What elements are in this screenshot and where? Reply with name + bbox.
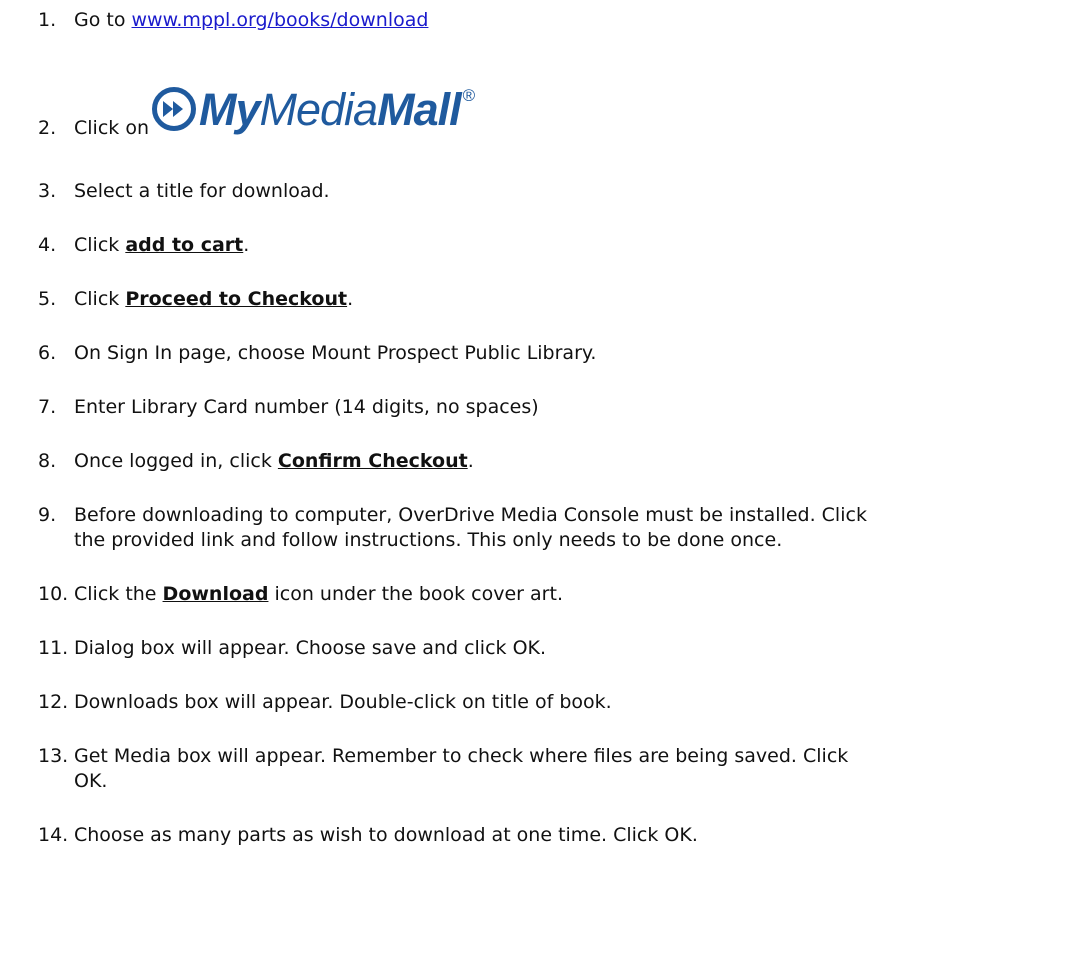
- step-text: Click Proceed to Checkout.: [74, 288, 354, 310]
- step-text: Click the Download icon under the book c…: [74, 583, 563, 605]
- download-link[interactable]: Download: [163, 583, 269, 605]
- step-number: 11.: [38, 637, 69, 659]
- step-text-line-2: OK.: [74, 770, 108, 792]
- logo-wordmark: MyMediaMall: [199, 83, 462, 135]
- step-text: Dialog box will appear. Choose save and …: [74, 637, 547, 659]
- step-text: Click add to cart.: [74, 234, 250, 256]
- step-number: 12.: [38, 691, 69, 713]
- step-number: 10.: [38, 583, 69, 605]
- step-number: 6.: [38, 342, 57, 364]
- step-number: 9.: [38, 504, 57, 526]
- download-page-link[interactable]: www.mppl.org/books/download: [132, 9, 429, 31]
- step-text: Select a title for download.: [74, 180, 330, 202]
- step-text: Downloads box will appear. Double-click …: [74, 691, 612, 713]
- step-number: 14.: [38, 824, 69, 846]
- step-number: 4.: [38, 234, 57, 256]
- confirm-checkout-link[interactable]: Confirm Checkout: [278, 450, 468, 472]
- step-number: 7.: [38, 396, 57, 418]
- step-number: 13.: [38, 745, 69, 767]
- step-text-line-2: the provided link and follow instruction…: [74, 529, 783, 551]
- step-text: Go to www.mppl.org/books/download: [74, 6, 1054, 35]
- step-text: On Sign In page, choose Mount Prospect P…: [74, 342, 597, 364]
- registered-mark: ®: [462, 86, 476, 105]
- step-number: 3.: [38, 180, 57, 202]
- step-number: 5.: [38, 288, 57, 310]
- step-number: 2.: [38, 117, 57, 139]
- add-to-cart-link[interactable]: add to cart: [125, 234, 243, 256]
- step-text: Enter Library Card number (14 digits, no…: [74, 396, 539, 418]
- mymediamall-logo[interactable]: MyMediaMall ®: [152, 80, 475, 138]
- step-text: Once logged in, click Confirm Checkout.: [74, 450, 474, 472]
- step-number: 1.: [38, 9, 57, 31]
- step-text: Choose as many parts as wish to download…: [74, 824, 698, 846]
- fast-forward-icon: [152, 87, 196, 131]
- step-number: 8.: [38, 450, 57, 472]
- proceed-to-checkout-link[interactable]: Proceed to Checkout: [125, 288, 347, 310]
- step-text-prefix: Go to: [74, 9, 132, 31]
